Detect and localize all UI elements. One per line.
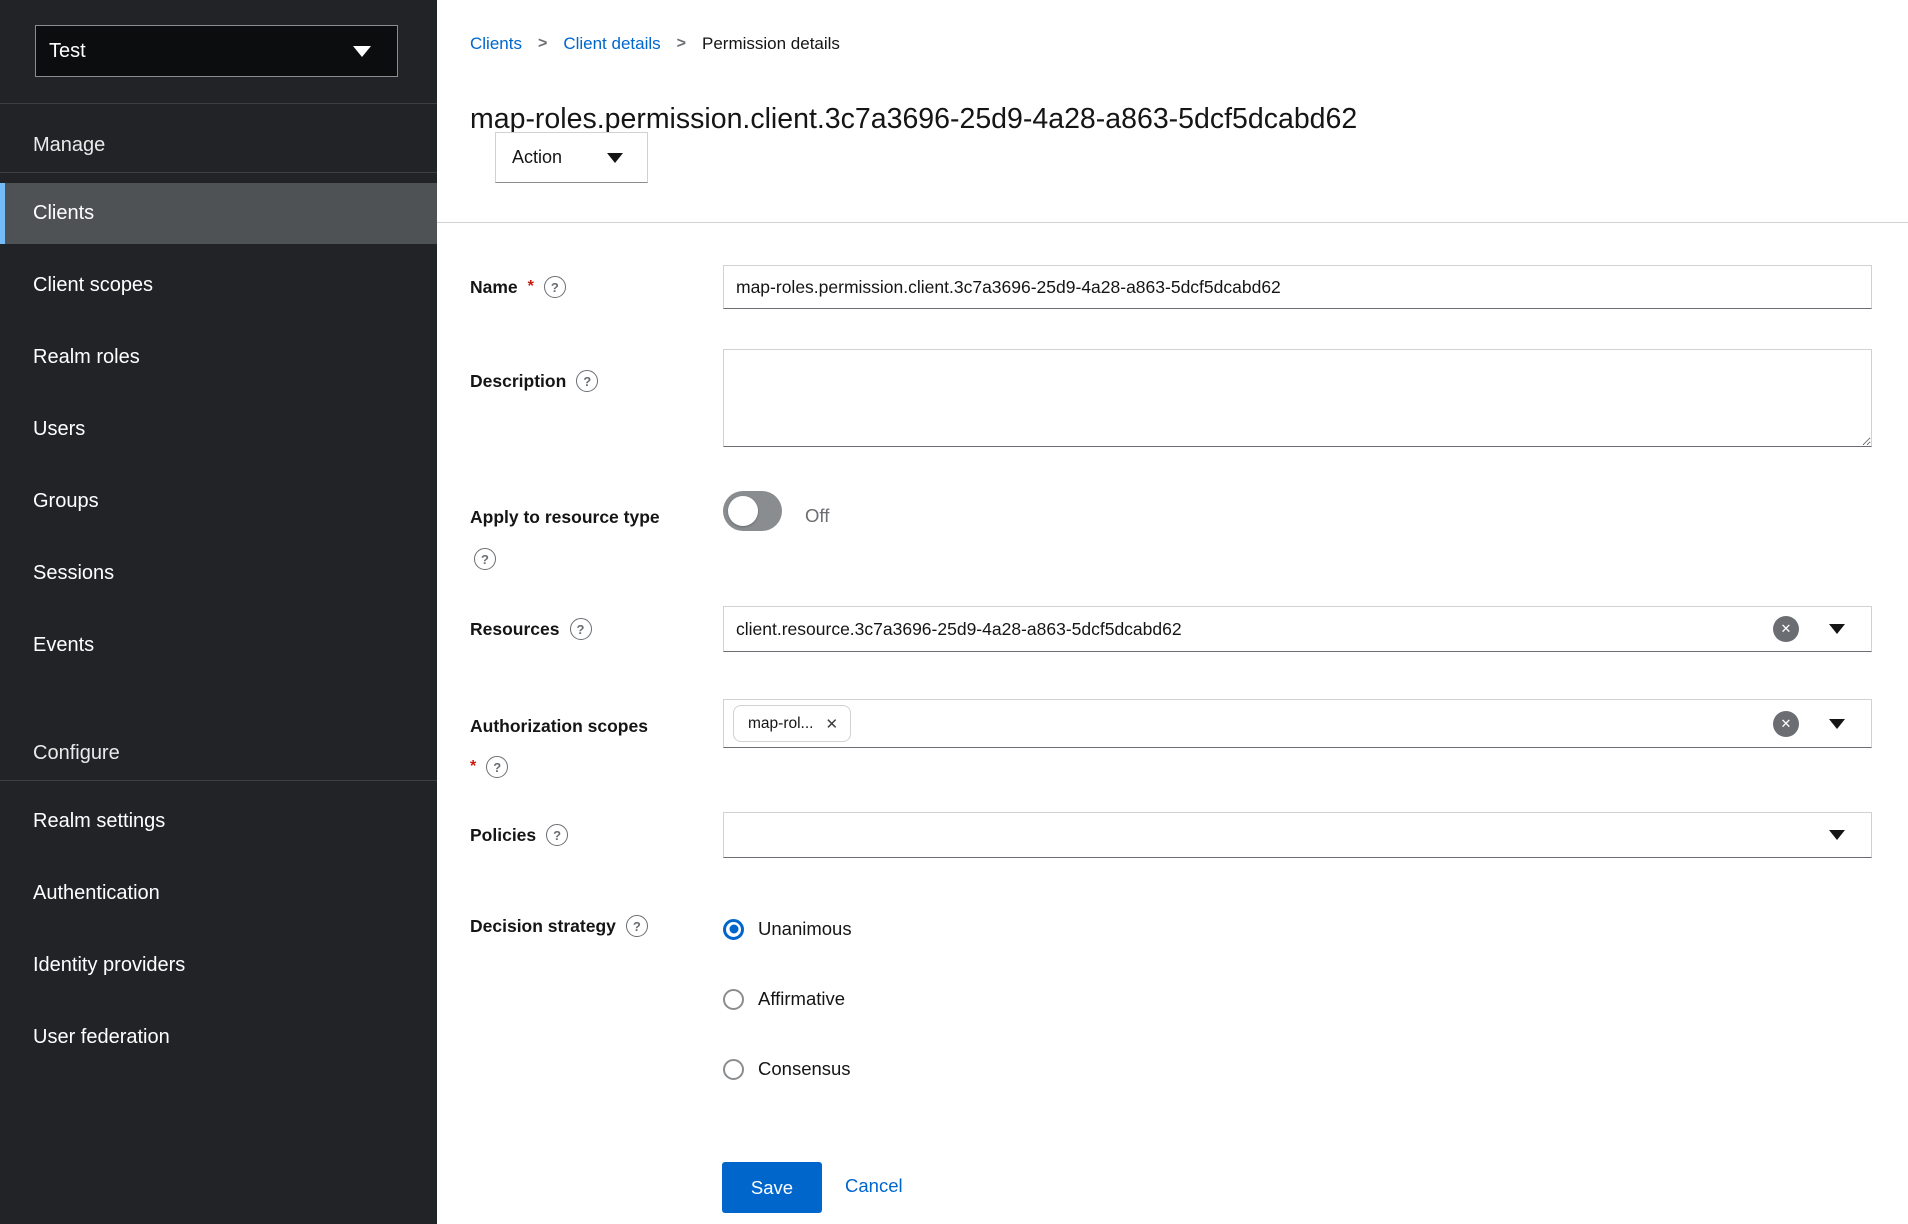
- sidebar-item-clients[interactable]: Clients: [0, 183, 437, 244]
- resources-label-text: Resources: [470, 619, 560, 640]
- breadcrumb-clients-link[interactable]: Clients: [470, 34, 522, 54]
- section-divider: [437, 222, 1908, 223]
- authorization-scopes-select[interactable]: map-rol... ✕ ✕: [723, 699, 1872, 748]
- sidebar-item-groups[interactable]: Groups: [0, 471, 437, 532]
- apply-to-resource-type-label-text: Apply to resource type: [470, 507, 660, 528]
- radio-consensus[interactable]: Consensus: [723, 1054, 851, 1084]
- help-icon[interactable]: ?: [626, 915, 648, 937]
- sidebar-item-authentication[interactable]: Authentication: [0, 863, 437, 924]
- description-label: Description ?: [470, 366, 598, 396]
- radio-icon: [723, 919, 744, 940]
- action-dropdown-button[interactable]: Action: [495, 132, 648, 183]
- required-indicator: *: [470, 758, 476, 776]
- resources-select[interactable]: client.resource.3c7a3696-25d9-4a28-a863-…: [723, 606, 1872, 652]
- cancel-button[interactable]: Cancel: [845, 1175, 903, 1197]
- help-icon[interactable]: ?: [576, 370, 598, 392]
- sidebar-item-label: Authentication: [33, 882, 160, 905]
- name-label-text: Name: [470, 277, 518, 298]
- sidebar-item-identity-providers[interactable]: Identity providers: [0, 935, 437, 996]
- sidebar-divider: [0, 103, 437, 104]
- toggle-state-label: Off: [805, 501, 829, 531]
- name-label: Name * ?: [470, 272, 566, 302]
- sidebar-item-label: Identity providers: [33, 954, 185, 977]
- authorization-scope-chip: map-rol... ✕: [733, 705, 851, 742]
- sidebar-item-sessions[interactable]: Sessions: [0, 543, 437, 604]
- breadcrumb-current: Permission details: [702, 34, 840, 54]
- radio-label: Consensus: [758, 1058, 851, 1080]
- chevron-right-icon: >: [677, 35, 686, 53]
- nav-section-title-configure: Configure: [33, 739, 120, 767]
- chip-label: map-rol...: [748, 715, 813, 733]
- resources-label: Resources ?: [470, 614, 592, 644]
- help-icon[interactable]: ?: [474, 548, 496, 570]
- help-icon[interactable]: ?: [570, 618, 592, 640]
- sidebar-item-realm-roles[interactable]: Realm roles: [0, 327, 437, 388]
- help-icon[interactable]: ?: [544, 276, 566, 298]
- breadcrumb-client-details-link[interactable]: Client details: [563, 34, 660, 54]
- decision-strategy-label: Decision strategy ?: [470, 911, 648, 941]
- radio-label: Affirmative: [758, 988, 845, 1010]
- sidebar-item-events[interactable]: Events: [0, 615, 437, 676]
- chevron-down-icon: [353, 46, 371, 57]
- sidebar-item-label: Client scopes: [33, 274, 153, 297]
- required-indicator: *: [528, 278, 534, 296]
- sidebar: Test Manage Clients Client scopes Realm …: [0, 0, 437, 1224]
- clear-icon[interactable]: ✕: [1773, 711, 1799, 737]
- sidebar-item-label: User federation: [33, 1026, 170, 1049]
- sidebar-item-label: Users: [33, 418, 85, 441]
- radio-icon: [723, 989, 744, 1010]
- sidebar-item-label: Realm settings: [33, 810, 165, 833]
- apply-to-resource-type-toggle[interactable]: [723, 491, 782, 531]
- sidebar-divider: [0, 780, 437, 781]
- save-button[interactable]: Save: [722, 1162, 822, 1213]
- name-input[interactable]: [723, 265, 1872, 309]
- help-icon[interactable]: ?: [486, 756, 508, 778]
- main-content: Clients > Client details > Permission de…: [437, 0, 1908, 1224]
- authorization-scopes-label-text: Authorization scopes: [470, 716, 648, 737]
- clear-icon[interactable]: ✕: [1773, 616, 1799, 642]
- sidebar-item-users[interactable]: Users: [0, 399, 437, 460]
- sidebar-item-label: Events: [33, 634, 94, 657]
- nav-list-manage: Clients Client scopes Realm roles Users …: [0, 183, 437, 687]
- nav-list-configure: Realm settings Authentication Identity p…: [0, 791, 437, 1079]
- radio-unanimous[interactable]: Unanimous: [723, 914, 852, 944]
- caret-down-icon[interactable]: [1829, 624, 1845, 634]
- caret-down-icon[interactable]: [1829, 830, 1845, 840]
- sidebar-item-label: Clients: [33, 202, 94, 225]
- description-label-text: Description: [470, 371, 566, 392]
- caret-down-icon: [607, 153, 623, 163]
- sidebar-item-client-scopes[interactable]: Client scopes: [0, 255, 437, 316]
- realm-selector-label: Test: [49, 40, 86, 63]
- policies-label-text: Policies: [470, 825, 536, 846]
- sidebar-item-user-federation[interactable]: User federation: [0, 1007, 437, 1068]
- authorization-scopes-required-row: * ?: [470, 752, 508, 782]
- sidebar-item-label: Realm roles: [33, 346, 140, 369]
- sidebar-item-label: Sessions: [33, 562, 114, 585]
- keycloak-admin-page: Test Manage Clients Client scopes Realm …: [0, 0, 1908, 1224]
- close-icon[interactable]: ✕: [825, 715, 838, 733]
- sidebar-item-realm-settings[interactable]: Realm settings: [0, 791, 437, 852]
- help-icon[interactable]: ?: [546, 824, 568, 846]
- realm-selector-dropdown[interactable]: Test: [35, 25, 398, 77]
- breadcrumb: Clients > Client details > Permission de…: [470, 34, 840, 54]
- policies-select[interactable]: [723, 812, 1872, 858]
- nav-section-title-manage: Manage: [33, 131, 105, 159]
- chevron-right-icon: >: [538, 35, 547, 53]
- radio-affirmative[interactable]: Affirmative: [723, 984, 845, 1014]
- sidebar-item-label: Groups: [33, 490, 99, 513]
- policies-label: Policies ?: [470, 820, 568, 850]
- radio-icon: [723, 1059, 744, 1080]
- apply-to-resource-type-label: Apply to resource type: [470, 502, 660, 532]
- decision-strategy-label-text: Decision strategy: [470, 916, 616, 937]
- caret-down-icon[interactable]: [1829, 719, 1845, 729]
- resources-value: client.resource.3c7a3696-25d9-4a28-a863-…: [724, 619, 1182, 640]
- radio-label: Unanimous: [758, 918, 852, 940]
- sidebar-divider: [0, 172, 437, 173]
- authorization-scopes-label: Authorization scopes: [470, 711, 648, 741]
- action-dropdown-label: Action: [512, 147, 562, 168]
- description-textarea[interactable]: [723, 349, 1872, 447]
- toggle-knob: [728, 496, 758, 526]
